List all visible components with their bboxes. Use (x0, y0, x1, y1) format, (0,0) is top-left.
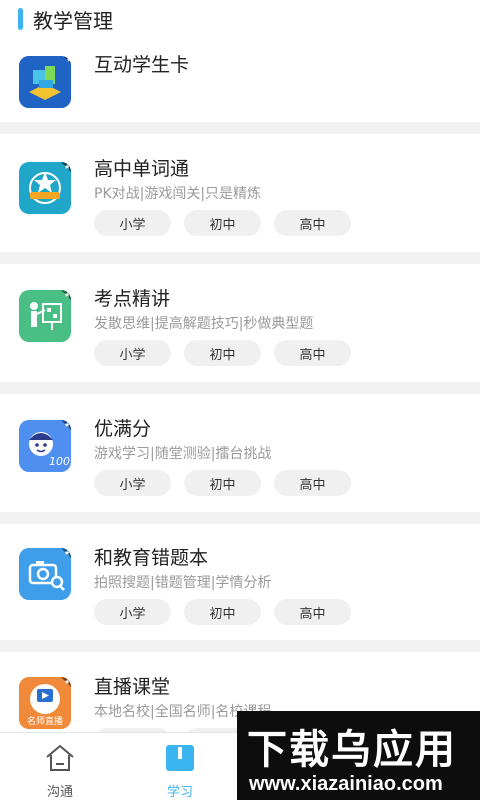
tag-senior[interactable]: 高中 (274, 210, 351, 236)
separator (0, 252, 480, 264)
svg-text:100: 100 (49, 455, 70, 468)
separator (0, 382, 480, 394)
tag-junior[interactable]: 初中 (184, 599, 261, 625)
section-title: 教学管理 (33, 8, 113, 33)
tag-junior[interactable]: 初中 (184, 210, 261, 236)
vocabulary-icon: ★ (19, 162, 71, 214)
section-header: 教学管理 (0, 0, 480, 38)
svg-text:★: ★ (64, 421, 70, 429)
app-card-mistake-book[interactable]: ★ 和教育错题本 拍照搜题|错题管理|学情分析 小学 初中 高中 (0, 524, 480, 640)
app-description: PK对战|游戏闯关|只是精炼 (94, 186, 262, 202)
app-title: 互动学生卡 (94, 54, 190, 76)
house-icon (44, 743, 76, 777)
grade-tags: 小学 初中 高中 (94, 470, 351, 496)
watermark-url: www.xiazainiao.com (249, 773, 443, 795)
tag-primary[interactable]: 小学 (94, 470, 171, 496)
svg-text:★: ★ (64, 291, 70, 299)
live-broadcast-icon: ★ 名师直播 (19, 677, 71, 729)
student-card-icon: ★ (19, 56, 71, 108)
student-face-icon: 100 ★ (19, 420, 71, 472)
grade-tags: 小学 初中 高中 (94, 340, 351, 366)
camera-search-icon: ★ (19, 548, 71, 600)
grade-tags: 小学 初中 高中 (94, 210, 351, 236)
svg-text:★: ★ (64, 549, 70, 557)
separator (0, 122, 480, 134)
app-title: 考点精讲 (94, 288, 171, 310)
tag-senior[interactable]: 高中 (274, 599, 351, 625)
svg-text:★: ★ (64, 163, 70, 171)
app-title: 直播课堂 (94, 676, 171, 698)
separator (0, 640, 480, 652)
book-icon (164, 743, 196, 777)
app-description: 发散思维|提高解题技巧|秒做典型题 (94, 316, 314, 332)
tag-junior[interactable]: 初中 (184, 470, 261, 496)
grade-tags: 小学 初中 高中 (94, 599, 351, 625)
tag-senior[interactable]: 高中 (274, 470, 351, 496)
live-icon-label: 名师直播 (26, 717, 63, 727)
app-card-student-card[interactable]: ★ 互动学生卡 (0, 38, 480, 122)
teacher-board-icon: ★ (19, 290, 71, 342)
app-title: 和教育错题本 (94, 547, 209, 569)
tag-senior[interactable]: 高中 (274, 340, 351, 366)
app-card-vocabulary[interactable]: ★ 高中单词通 PK对战|游戏闯关|只是精炼 小学 初中 高中 (0, 134, 480, 252)
app-card-key-points[interactable]: ★ 考点精讲 发散思维|提高解题技巧|秒做典型题 小学 初中 高中 (0, 264, 480, 382)
tab-label: 学习 (166, 785, 193, 800)
tag-junior[interactable]: 初中 (184, 340, 261, 366)
app-title: 优满分 (94, 418, 152, 440)
watermark-title: 下载乌应用 (247, 727, 457, 773)
app-card-full-score[interactable]: 100 ★ 优满分 游戏学习|随堂测验|擂台挑战 小学 初中 高中 (0, 394, 480, 512)
app-description: 游戏学习|随堂测验|擂台挑战 (94, 446, 272, 462)
tab-label: 沟通 (46, 785, 73, 800)
section-accent-bar (18, 8, 23, 30)
separator (0, 512, 480, 524)
tag-primary[interactable]: 小学 (94, 599, 171, 625)
svg-text:★: ★ (66, 56, 71, 64)
app-title: 高中单词通 (94, 158, 190, 180)
tag-primary[interactable]: 小学 (94, 210, 171, 236)
app-description: 拍照搜题|错题管理|学情分析 (94, 575, 272, 591)
tag-primary[interactable]: 小学 (94, 340, 171, 366)
svg-text:★: ★ (64, 678, 70, 686)
tab-communicate[interactable]: 沟通 (0, 733, 120, 800)
tab-study[interactable]: 学习 (120, 733, 240, 800)
watermark-banner: 下载乌应用 www.xiazainiao.com (237, 711, 480, 800)
